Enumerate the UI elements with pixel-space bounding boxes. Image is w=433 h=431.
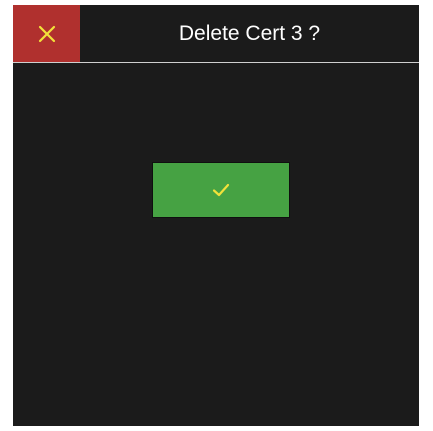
delete-cert-dialog: Delete Cert 3 ? (13, 5, 419, 426)
checkmark-icon (211, 182, 231, 198)
dialog-header: Delete Cert 3 ? (13, 5, 419, 63)
close-icon (38, 25, 56, 43)
close-button[interactable] (13, 5, 80, 62)
confirm-delete-button[interactable] (152, 162, 290, 218)
dialog-title: Delete Cert 3 ? (178, 22, 321, 45)
